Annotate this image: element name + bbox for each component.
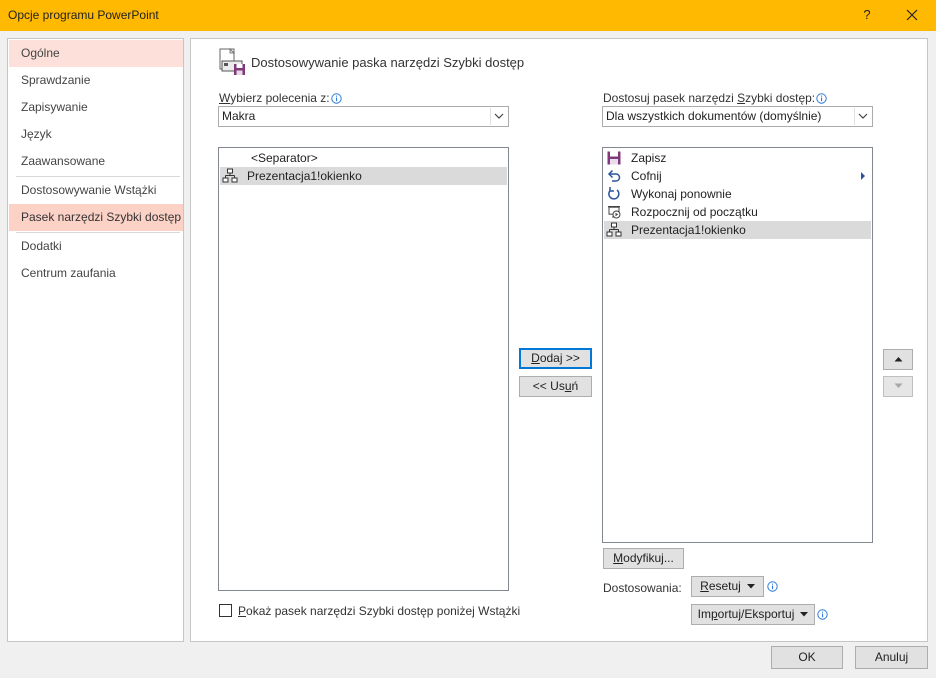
close-icon [906,9,918,21]
remove-button-label-start: << Us [532,379,565,393]
show-below-ribbon-checkbox[interactable] [219,604,232,617]
nav-item-language[interactable]: Język [9,121,183,148]
choose-commands-dropdown[interactable]: Makra [218,106,509,127]
remove-button-accel: u [564,379,572,393]
customize-scope-value: Dla wszystkich dokumentów (domyślnie) [606,109,822,123]
list-item-label: Wykonaj ponownie [631,187,732,201]
customizations-label: Dostosowania: [603,581,682,595]
window-title: Opcje programu PowerPoint [8,8,159,22]
remove-button-label-end: ń [571,379,579,393]
triangle-down-icon [746,584,755,589]
move-down-button[interactable] [883,376,913,397]
modify-button-accel: M [613,551,624,565]
nav-item-customize-ribbon[interactable]: Dostosowywanie Wstążki [9,177,183,204]
customize-toolbar-label-accel: S [737,91,746,105]
show-below-ribbon-text: okaż pasek narzędzi Szybki dostęp poniże… [246,604,521,618]
customize-toolbar-label-start: Dostosuj pasek narzędzi [603,91,738,105]
list-item[interactable]: <Separator> [220,149,507,167]
add-button-accel: D [531,351,540,365]
options-nav: Ogólne Sprawdzanie Zapisywanie Język Zaa… [7,38,184,642]
customize-toolbar-label: Dostosuj pasek narzędzi Szybki dostęp: [603,91,827,105]
nav-item-save[interactable]: Zapisywanie [9,94,183,121]
triangle-down-icon [894,383,902,388]
toolbar-commands-list[interactable]: Zapisz Cofnij Wykonaj ponownie Rozpoczni… [602,147,873,543]
content-panel: Dostosowywanie paska narzędzi Szybki dos… [190,38,928,642]
list-item-label: Prezentacja1!okienko [247,169,362,183]
triangle-up-icon [894,357,902,362]
add-button-label: odaj >> [539,351,580,365]
ok-button[interactable]: OK [771,646,843,669]
help-button[interactable]: ? [856,4,878,26]
modify-button[interactable]: Modyfikuj... [603,548,684,569]
choose-commands-label-text: ybierz polecenia z: [230,91,330,105]
show-below-ribbon-accel: P [238,604,247,618]
submenu-arrow-icon [861,172,865,180]
macro-icon [606,222,622,237]
nav-item-add-ins[interactable]: Dodatki [9,233,183,260]
dropdown-arrow[interactable] [490,108,507,125]
close-button[interactable] [898,2,926,28]
slideshow-start-icon [608,206,621,219]
choose-commands-value: Makra [222,109,256,123]
info-icon[interactable] [767,581,778,592]
customize-toolbar-label-end: zybki dostęp: [745,91,816,105]
redo-icon [608,187,620,200]
nav-item-general[interactable]: Ogólne [9,40,183,67]
info-icon[interactable] [817,609,828,620]
show-below-ribbon-label[interactable]: Pokaż pasek narzędzi Szybki dostęp poniż… [238,604,520,618]
list-item[interactable]: Prezentacja1!okienko [220,167,507,185]
modify-button-label: odyfikuj... [623,551,674,565]
import-export-dropdown-button[interactable]: Importuj/Eksportuj [691,604,815,625]
cancel-button[interactable]: Anuluj [855,646,928,669]
available-commands-list[interactable]: <Separator> Prezentacja1!okienko [218,147,509,591]
list-item[interactable]: Wykonaj ponownie [604,185,871,203]
list-item[interactable]: Rozpocznij od początku [604,203,871,221]
import-export-label-start: Im [697,607,711,621]
nav-item-quick-access-toolbar[interactable]: Pasek narzędzi Szybki dostęp [9,204,183,231]
chevron-down-icon [858,113,868,119]
info-icon[interactable] [330,93,342,104]
title-bar: Opcje programu PowerPoint ? [0,0,936,31]
reset-button-label: esetuj [708,579,741,593]
undo-icon [607,169,621,182]
reset-dropdown-button[interactable]: Resetuj [691,576,764,597]
choose-commands-label: Wybierz polecenia z: [219,91,342,105]
import-export-accel: p [710,607,718,621]
list-item-label: Zapisz [631,151,667,165]
macro-icon [222,168,238,183]
list-item-label: Cofnij [631,169,662,183]
quick-access-toolbar-icon [219,48,245,75]
list-item-label: Rozpocznij od początku [631,205,758,219]
move-up-button[interactable] [883,349,913,370]
dropdown-arrow[interactable] [854,108,871,125]
list-item[interactable]: Zapisz [604,149,871,167]
list-item[interactable]: Prezentacja1!okienko [604,221,871,239]
chevron-down-icon [494,113,504,119]
list-item-label: Prezentacja1!okienko [631,223,746,237]
list-item-label: <Separator> [251,151,318,165]
list-item[interactable]: Cofnij [604,167,871,185]
add-button[interactable]: Dodaj >> [519,348,592,369]
save-icon [607,151,621,165]
info-icon[interactable] [816,93,827,104]
import-export-label-end: ortuj/Eksportuj [717,607,795,621]
triangle-down-icon [800,612,809,617]
customize-scope-dropdown[interactable]: Dla wszystkich dokumentów (domyślnie) [602,106,873,127]
reset-button-accel: R [700,579,709,593]
nav-item-trust-center[interactable]: Centrum zaufania [9,260,183,287]
remove-button[interactable]: << Usuń [519,376,592,397]
choose-commands-label-accel: W [219,91,231,105]
nav-item-advanced[interactable]: Zaawansowane [9,148,183,175]
nav-item-proofing[interactable]: Sprawdzanie [9,67,183,94]
page-heading: Dostosowywanie paska narzędzi Szybki dos… [251,55,525,70]
